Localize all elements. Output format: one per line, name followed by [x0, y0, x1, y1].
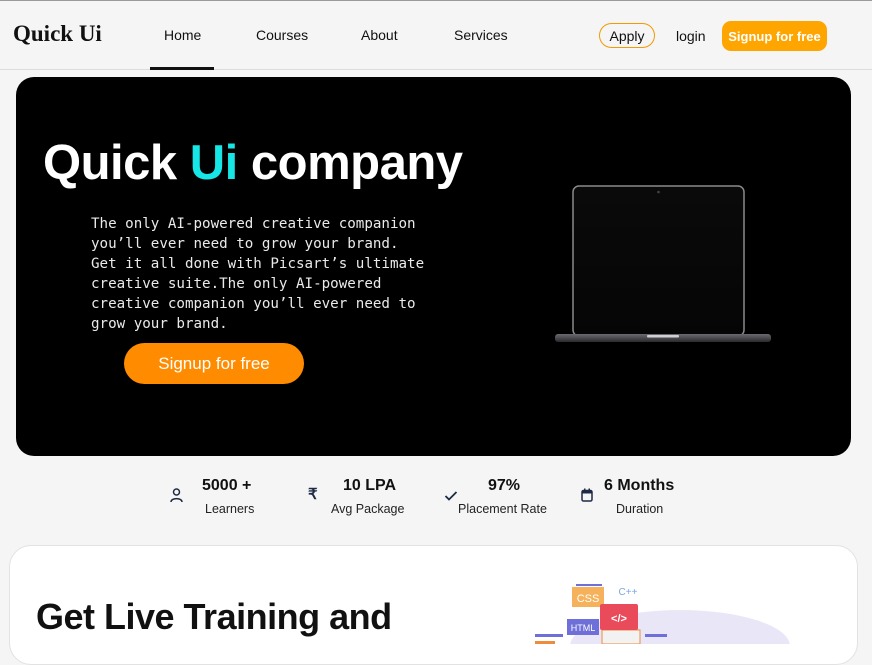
laptop-image [555, 185, 771, 342]
hero-description: The only AI-powered creative companion y… [91, 216, 425, 332]
nav-link-services[interactable]: Services [454, 27, 508, 43]
top-navbar: Quick Ui Home Courses About Services App… [0, 0, 872, 70]
stat-label-learners: Learners [205, 502, 255, 516]
stat-label-package: Avg Package [331, 502, 405, 516]
calendar-icon [581, 488, 593, 502]
code-tag-label: </> [611, 613, 627, 625]
hero-signup-button[interactable]: Signup for free [124, 343, 304, 384]
hero-title-accent: Ui [189, 136, 239, 190]
coding-illustration: CSS C++ </> HTML [535, 584, 790, 644]
cpp-label: C++ [619, 587, 638, 598]
stat-label-placement: Placement Rate [458, 502, 547, 516]
rupee-icon: ₹ [308, 486, 318, 503]
check-icon [444, 491, 458, 501]
login-link[interactable]: login [676, 28, 706, 44]
stat-label-duration: Duration [616, 502, 664, 516]
hero-title: Quick Ui company [43, 135, 463, 191]
nav-signup-button[interactable]: Signup for free [722, 21, 827, 51]
hero-title-part1: Quick [43, 136, 190, 190]
hero-title-part2: company [237, 136, 463, 190]
css-label: CSS [577, 593, 600, 605]
apply-button[interactable]: Apply [599, 23, 655, 48]
nav-link-courses[interactable]: Courses [256, 27, 308, 43]
stat-value-package: 10 LPA [343, 477, 397, 494]
stat-value-duration: 6 Months [604, 477, 675, 494]
user-icon [170, 488, 183, 503]
nav-link-home[interactable]: Home [164, 27, 201, 43]
active-nav-indicator [150, 67, 214, 70]
nav-link-about[interactable]: About [361, 27, 398, 43]
hero-banner: Quick Ui company The only AI-powered cre… [16, 77, 851, 456]
brand-logo[interactable]: Quick Ui [13, 21, 102, 47]
stat-value-learners: 5000 + [202, 477, 252, 494]
stat-value-placement: 97% [488, 477, 521, 494]
training-section-card: Get Live Training and CSS C++ </> HTML [9, 545, 858, 665]
